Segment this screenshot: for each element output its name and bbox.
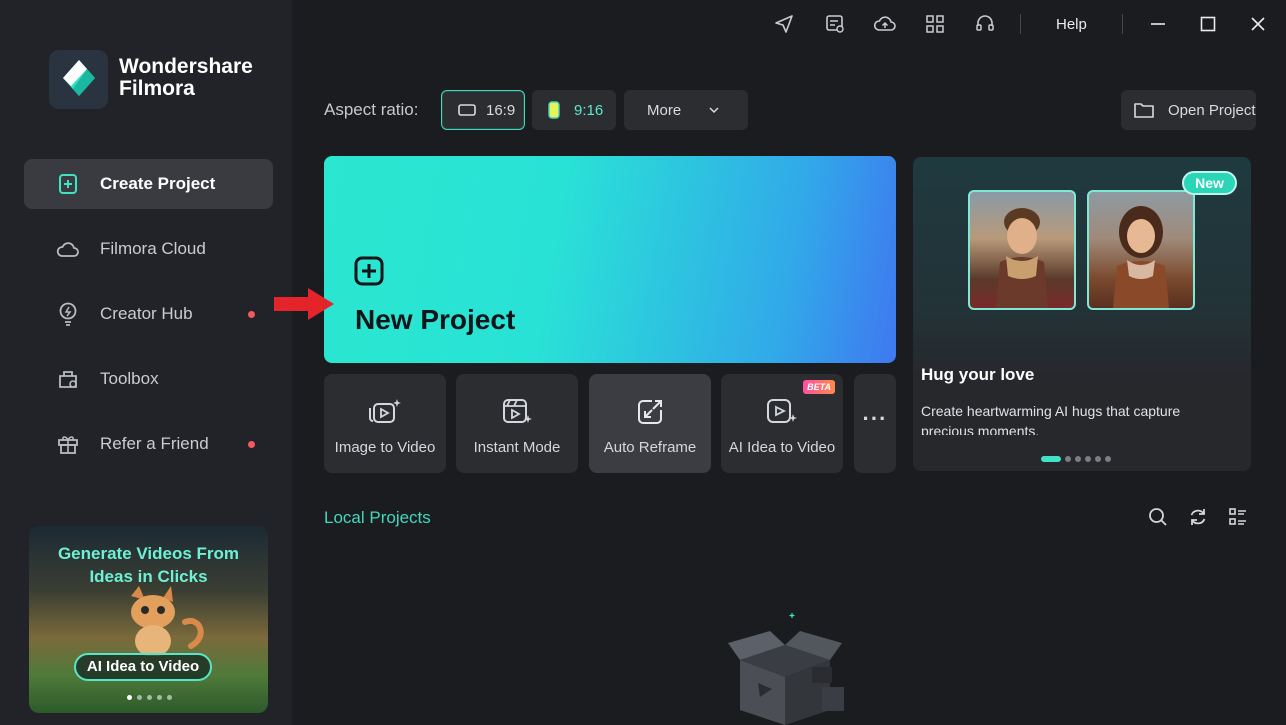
feature-dot[interactable] [1041, 456, 1061, 462]
promo-banner[interactable]: Generate Videos From Ideas in Clicks AI … [29, 526, 268, 713]
aspect-16-9-button[interactable]: 16:9 [441, 90, 525, 130]
aspect-option-label: 16:9 [486, 101, 516, 119]
ai-idea-video-icon [721, 398, 843, 426]
feature-pagination [1041, 456, 1111, 462]
sidebar-nav: Create Project Filmora Cloud Creator Hub… [24, 159, 273, 484]
notification-dot [248, 441, 255, 448]
toolbox-icon [56, 367, 80, 391]
new-project-label: New Project [355, 304, 516, 335]
aspect-option-label: More [647, 101, 682, 119]
cat-illustration [131, 586, 204, 656]
new-badge: New [1182, 171, 1237, 195]
feedback-icon[interactable] [824, 13, 846, 35]
plus-square-icon [354, 256, 384, 291]
tool-image-to-video[interactable]: Image to Video [324, 374, 446, 473]
close-icon[interactable] [1247, 13, 1269, 35]
sidebar-item-label: Filmora Cloud [100, 239, 206, 258]
sidebar-item-creator-hub[interactable]: Creator Hub [24, 289, 273, 339]
sidebar-item-toolbox[interactable]: Toolbox [24, 354, 273, 404]
send-icon[interactable] [773, 13, 795, 35]
open-project-label: Open Project [1168, 101, 1256, 119]
filmora-logo [49, 50, 108, 109]
brand-line1: Wondershare [119, 55, 253, 78]
tool-instant-mode[interactable]: Instant Mode [456, 374, 578, 473]
more-tools-button[interactable]: ··· [854, 374, 896, 473]
promo-dot[interactable] [157, 695, 162, 700]
search-icon[interactable] [1147, 506, 1169, 528]
feature-dot[interactable] [1075, 456, 1081, 462]
feature-title: Hug your love [921, 365, 1035, 384]
tool-ai-idea-to-video[interactable]: BETA AI Idea to Video [721, 374, 843, 473]
sidebar-item-label: Creator Hub [100, 304, 193, 323]
headset-icon[interactable] [974, 13, 996, 35]
beta-badge: BETA [803, 380, 835, 394]
cloud-upload-icon[interactable] [874, 13, 896, 35]
brand-name: Wondershare Filmora [119, 56, 253, 100]
cloud-icon [56, 237, 80, 261]
sidebar: Wondershare Filmora Create Project Filmo… [0, 0, 293, 725]
photo-woman [1087, 190, 1195, 310]
promo-title-line1: Generate Videos From [57, 544, 240, 563]
sidebar-item-refer-a-friend[interactable]: Refer a Friend [24, 419, 273, 469]
sidebar-item-label: Toolbox [100, 369, 159, 388]
image-to-video-icon [324, 398, 446, 426]
maximize-icon[interactable] [1197, 13, 1219, 35]
chevron-down-icon [709, 107, 719, 114]
feature-dot[interactable] [1105, 456, 1111, 462]
promo-dot[interactable] [167, 695, 172, 700]
promo-dot[interactable] [137, 695, 142, 700]
sidebar-item-create-project[interactable]: Create Project [24, 159, 273, 209]
sidebar-item-label: Refer a Friend [100, 434, 209, 453]
divider [1122, 14, 1123, 34]
gift-icon [56, 432, 80, 456]
aspect-more-dropdown[interactable]: More [624, 90, 748, 130]
new-project-button[interactable]: New Project [324, 156, 896, 363]
plus-square-icon [56, 172, 80, 196]
tool-label: Image to Video [334, 439, 436, 456]
landscape-icon [458, 104, 476, 116]
red-arrow-annotation-icon [274, 288, 334, 320]
instant-mode-icon [456, 398, 578, 426]
list-view-icon[interactable] [1227, 506, 1249, 528]
sidebar-item-label: Create Project [100, 174, 216, 193]
feature-dot[interactable] [1095, 456, 1101, 462]
tool-label: AI Idea to Video [728, 439, 836, 456]
feature-dot[interactable] [1065, 456, 1071, 462]
portrait-icon [548, 101, 560, 119]
title-bar: Help [293, 0, 1286, 48]
open-project-button[interactable]: Open Project [1121, 90, 1256, 130]
photo-man [968, 190, 1076, 310]
aspect-ratio-label: Aspect ratio: [324, 100, 419, 119]
promo-pagination [127, 695, 172, 700]
brand-line2: Filmora [119, 77, 195, 100]
notification-dot [248, 311, 255, 318]
apps-grid-icon[interactable] [924, 13, 946, 35]
tool-auto-reframe[interactable]: Auto Reframe [589, 374, 711, 473]
promo-title-line2: Ideas in Clicks [89, 567, 208, 586]
local-projects-title: Local Projects [324, 508, 431, 527]
aspect-option-label: 9:16 [574, 101, 604, 119]
minimize-icon[interactable] [1147, 13, 1169, 35]
divider [1020, 14, 1021, 34]
refresh-icon[interactable] [1187, 506, 1209, 528]
sidebar-item-filmora-cloud[interactable]: Filmora Cloud [24, 224, 273, 274]
aspect-9-16-button[interactable]: 9:16 [532, 90, 616, 130]
tool-label: Auto Reframe [603, 439, 697, 456]
promo-dot[interactable] [127, 695, 132, 700]
auto-reframe-icon [589, 398, 711, 426]
lightbulb-icon [56, 302, 80, 326]
folder-icon [1134, 103, 1154, 118]
feature-card[interactable]: New Hug your love Create heartwarming AI… [913, 157, 1251, 471]
promo-title: Generate Videos From Ideas in Clicks [29, 542, 268, 588]
feature-dot[interactable] [1085, 456, 1091, 462]
promo-dot[interactable] [147, 695, 152, 700]
promo-cta-button[interactable]: AI Idea to Video [74, 653, 212, 681]
feature-description: Create heartwarming AI hugs that capture… [921, 403, 1181, 435]
help-button[interactable]: Help [1056, 16, 1087, 33]
empty-box-icon [728, 613, 844, 725]
tool-label: Instant Mode [473, 439, 561, 456]
